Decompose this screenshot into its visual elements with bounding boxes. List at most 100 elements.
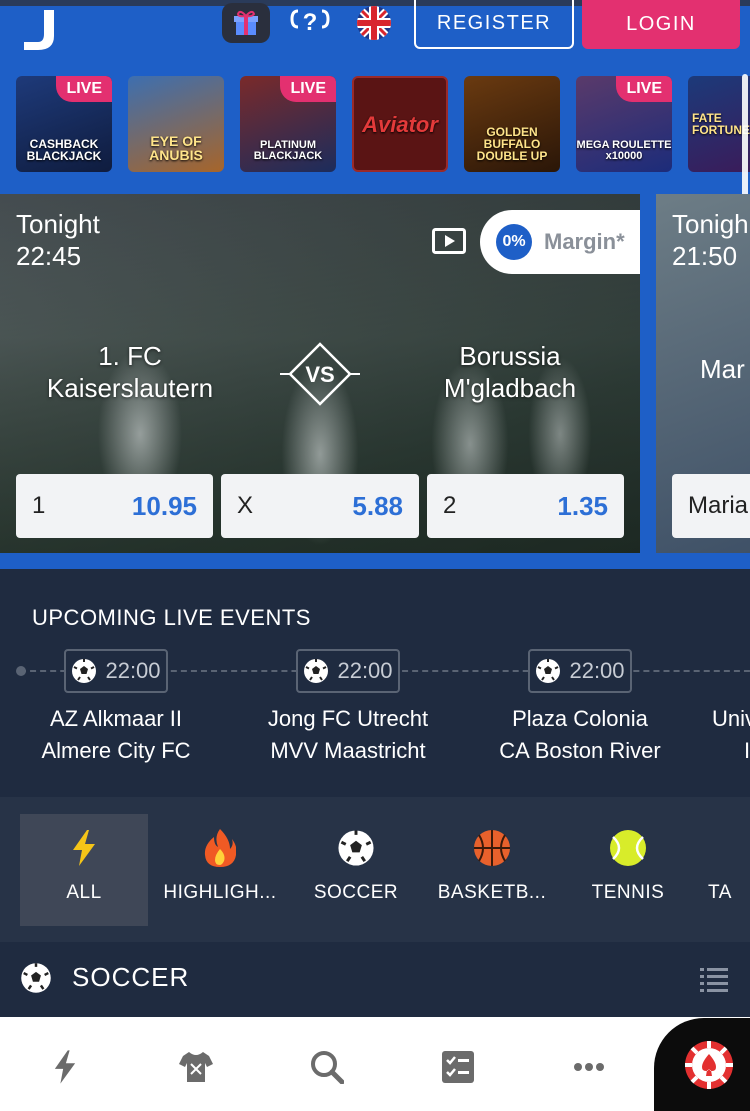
versus-label: VS (305, 362, 334, 387)
event-home-team: Plaza Colonia (512, 706, 648, 731)
featured-matches-carousel: Tonight 22:45 0% Margin* 1. FC Kaisersla… (0, 194, 750, 569)
top-header: ? REGISTER LOGIN (0, 0, 750, 64)
help-icon[interactable]: ? (286, 3, 334, 43)
versus-badge: VS (280, 342, 360, 406)
live-badge: LIVE (616, 76, 672, 102)
margin-percent: 0% (496, 224, 532, 260)
soccer-section-header[interactable]: SOCCER (0, 942, 750, 1017)
tab-tennis[interactable]: TENNIS (564, 814, 692, 926)
nav-more-dots-icon[interactable] (569, 1047, 609, 1087)
nav-betslip-checklist-icon[interactable] (438, 1047, 478, 1087)
video-play-icon[interactable] (432, 228, 466, 254)
event-away-team: MVV Maastricht (270, 738, 426, 763)
match-day-label: Tonigh (672, 209, 749, 239)
soccer-ball-icon (336, 828, 376, 868)
featured-match-card[interactable]: Tonight 22:45 0% Margin* 1. FC Kaisersla… (0, 194, 640, 553)
tab-more-sports[interactable]: TA (700, 814, 750, 926)
sport-category-tabs: ALL HIGHLIGH... SOCCER BASKETB... TENNIS… (0, 797, 750, 942)
tennis-ball-icon (608, 828, 648, 868)
tab-label: TENNIS (591, 882, 665, 903)
event-home-team: Univ (712, 706, 750, 731)
event-time: 22:00 (337, 658, 393, 683)
home-team-name: Mar (700, 354, 745, 384)
login-button[interactable]: LOGIN (582, 0, 740, 49)
game-title: FATE FORTUNE (692, 111, 750, 137)
page-scrollbar[interactable] (742, 74, 748, 214)
upcoming-event[interactable]: 22:00 Plaza Colonia CA Boston River (464, 649, 696, 767)
odd-label: X (237, 492, 254, 519)
game-title: CASHBACK BLACKJACK (26, 137, 102, 163)
game-tile-cashback-blackjack[interactable]: CASHBACK BLACKJACK LIVE (16, 76, 112, 172)
featured-match-card-next[interactable]: Tonigh 21:50 Mar Maria (656, 194, 750, 553)
odd-value: 10.95 (131, 490, 197, 521)
soccer-ball-icon (304, 659, 329, 683)
tab-basketball[interactable]: BASKETB... (428, 814, 556, 926)
game-tile-aviator[interactable]: Aviator (352, 76, 448, 172)
match-time: Tonight 22:45 (16, 208, 100, 272)
odd-away-button[interactable]: 2 1.35 (427, 474, 624, 538)
event-time-chip (696, 649, 750, 693)
nav-sports-jersey-icon[interactable] (176, 1047, 216, 1087)
carousel-bottom-band (0, 554, 750, 569)
soccer-ball-icon (21, 963, 51, 993)
nav-search-icon[interactable] (307, 1047, 347, 1087)
event-time: 22:00 (569, 658, 625, 683)
game-title: Aviator (362, 112, 438, 137)
tab-label: HIGHLIGH... (163, 882, 277, 903)
odd-home-button[interactable]: Maria (672, 474, 750, 538)
tab-icon-placeholder (705, 828, 745, 868)
margin-label: Margin* (544, 229, 625, 254)
game-tile-fate-fortune[interactable]: FATE FORTUNE (688, 76, 750, 172)
home-team-name: 1. FC Kaiserslautern (10, 340, 250, 404)
sportsbook-page: ? REGISTER LOGIN CASHBACK BLACKJACK LIVE (0, 0, 750, 1111)
svg-text:?: ? (303, 9, 318, 36)
event-home-team: Jong FC Utrecht (267, 706, 429, 731)
casino-switch-button[interactable] (654, 1018, 750, 1111)
odd-draw-button[interactable]: X 5.88 (221, 474, 419, 538)
margin-badge[interactable]: 0% Margin* (480, 210, 640, 274)
game-tile-eye-of-anubis[interactable]: EYE OF ANUBIS (128, 76, 224, 172)
soccer-ball-icon (536, 659, 561, 683)
game-tile-platinum-blackjack[interactable]: PLATINUM BLACKJACK LIVE (240, 76, 336, 172)
upcoming-event[interactable]: 22:00 AZ Alkmaar II Almere City FC (0, 649, 232, 767)
soccer-ball-icon (72, 659, 97, 683)
event-away-team: CA Boston River (499, 738, 661, 763)
uk-flag-icon[interactable] (350, 3, 398, 43)
upcoming-live-events: UPCOMING LIVE EVENTS 22:00 AZ Alkmaar II… (0, 569, 750, 797)
section-title: SOCCER (72, 962, 190, 992)
casino-chip-icon (685, 1041, 733, 1089)
list-view-icon[interactable] (700, 966, 728, 992)
register-button[interactable]: REGISTER (414, 0, 574, 49)
basketball-icon (472, 828, 512, 868)
event-time: 22:00 (105, 658, 161, 683)
home-team-line1: 1. FC (98, 341, 162, 371)
tab-soccer[interactable]: SOCCER (292, 814, 420, 926)
game-title: MEGA ROULETTE x10000 (576, 139, 672, 162)
event-away-team: I (744, 738, 750, 763)
tab-label: SOCCER (313, 882, 399, 903)
odd-label: Maria (688, 492, 749, 519)
game-title: EYE OF ANUBIS (149, 133, 203, 163)
odd-value: 1.35 (557, 490, 608, 521)
game-title: PLATINUM BLACKJACK (253, 139, 323, 162)
odd-label: 1 (32, 492, 46, 519)
gift-icon[interactable] (222, 3, 270, 43)
nav-live-lightning-icon[interactable] (45, 1047, 85, 1087)
match-kickoff-time: 21:50 (672, 241, 738, 271)
event-time-chip: 22:00 (296, 649, 400, 693)
tab-highlights[interactable]: HIGHLIGH... (156, 814, 284, 926)
upcoming-event[interactable]: Univ I (696, 649, 750, 767)
upcoming-event[interactable]: 22:00 Jong FC Utrecht MVV Maastricht (232, 649, 464, 767)
game-tile-mega-roulette[interactable]: MEGA ROULETTE x10000 LIVE (576, 76, 672, 172)
brand-logo[interactable] (22, 10, 56, 50)
bottom-navigation (0, 1017, 750, 1111)
odd-home-button[interactable]: 1 10.95 (16, 474, 213, 538)
home-team-line2: Kaiserslautern (46, 373, 214, 403)
tab-all[interactable]: ALL (20, 814, 148, 926)
game-tile-golden-buffalo[interactable]: GOLDEN BUFFALO DOUBLE UP (464, 76, 560, 172)
away-team-name: Borussia M'gladbach (390, 340, 630, 404)
lightning-icon (64, 828, 104, 868)
event-away-team: Almere City FC (41, 738, 191, 763)
away-team-line1: Borussia (459, 341, 561, 371)
away-team-line2: M'gladbach (443, 373, 577, 403)
